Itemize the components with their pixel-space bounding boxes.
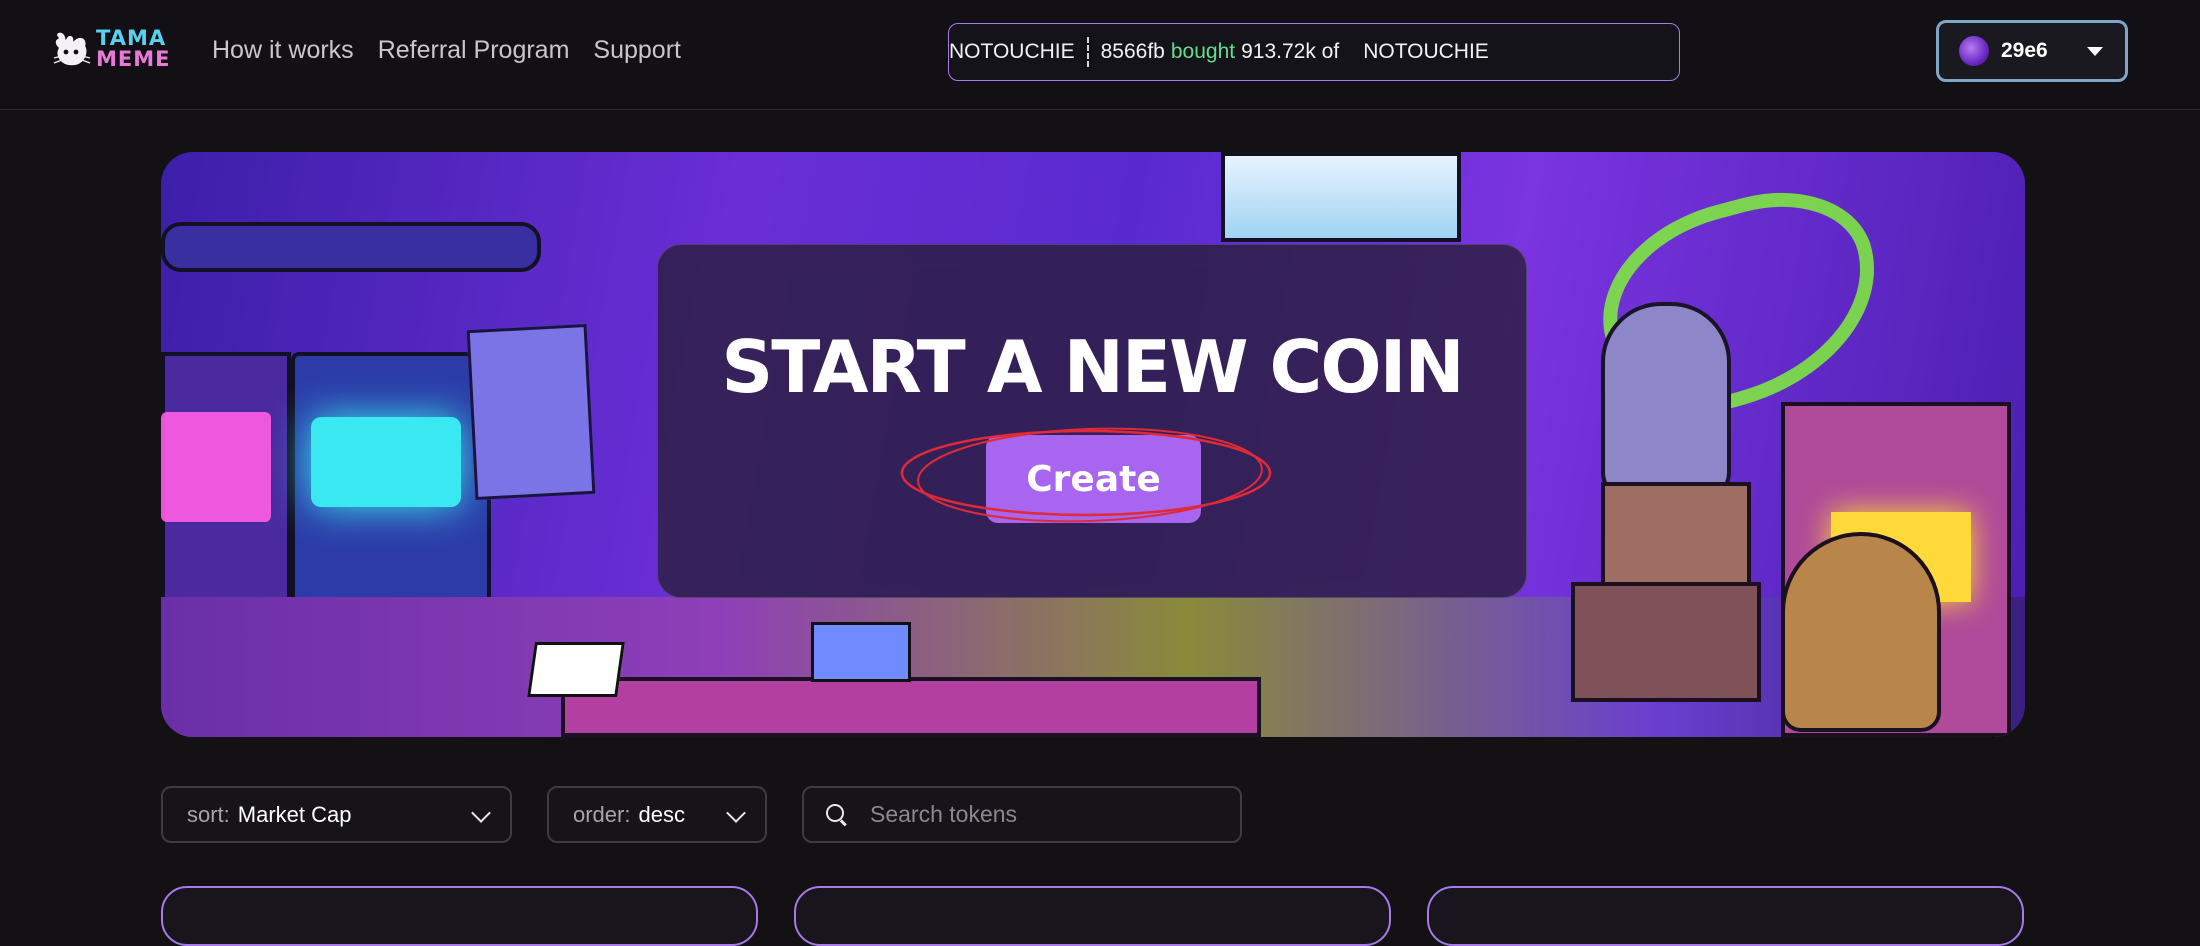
hero-title: START A NEW COIN — [721, 325, 1464, 409]
banner-illustration-pipe — [161, 222, 541, 272]
ticker-amount: 913.72k of — [1241, 40, 1340, 63]
create-coin-panel: START A NEW COIN Create — [657, 244, 1527, 598]
create-button[interactable]: Create — [986, 435, 1201, 523]
banner-illustration-pink-screen — [161, 412, 271, 522]
search-box[interactable] — [802, 786, 1242, 843]
ticker-token: NOTOUCHIE — [1363, 40, 1489, 63]
sort-label: sort: — [187, 801, 230, 827]
order-select[interactable]: order: desc — [547, 786, 767, 843]
nav-referral-program[interactable]: Referral Program — [378, 36, 570, 65]
ticker-buyer: 8566fb — [1100, 40, 1165, 63]
main-nav: How it works Referral Program Support — [212, 36, 681, 65]
token-card[interactable] — [1427, 886, 2024, 946]
banner-illustration-rat — [1601, 302, 1731, 502]
banner-illustration-table — [561, 677, 1261, 737]
wallet-button[interactable]: 29e6 — [1936, 20, 2128, 82]
banner-illustration-box-2 — [1571, 582, 1761, 702]
ticker-token-prev: NOTOUCHIE — [949, 40, 1075, 63]
banner-illustration-laptop — [527, 642, 625, 697]
chevron-down-icon — [726, 803, 746, 823]
chevron-down-icon — [2087, 47, 2103, 56]
nav-how-it-works[interactable]: How it works — [212, 36, 354, 65]
wallet-avatar-icon — [1959, 36, 1989, 66]
search-input[interactable] — [870, 801, 1230, 828]
sort-select[interactable]: sort: Market Cap — [161, 786, 512, 843]
logo-word-2: MEME — [96, 47, 171, 71]
chevron-down-icon — [471, 803, 491, 823]
banner-illustration-hamster — [1781, 532, 1941, 732]
logo-word-1: TAMA — [96, 26, 167, 50]
token-card[interactable] — [794, 886, 1391, 946]
trade-ticker[interactable]: NOTOUCHIE 8566fb bought 913.72k of NOTOU… — [948, 23, 1680, 81]
mouse-logo-icon — [53, 31, 91, 67]
search-icon — [826, 803, 848, 826]
banner-illustration-cyan-screen — [311, 417, 461, 507]
logo-wordmark: TAMA MEME — [96, 28, 171, 70]
banner-illustration-poster — [466, 323, 596, 501]
top-header: TAMA MEME How it works Referral Program … — [0, 0, 2200, 110]
banner-illustration-top-screen — [1221, 152, 1461, 242]
sort-value: Market Cap — [237, 801, 352, 827]
order-label: order: — [573, 801, 631, 827]
tama-meme-logo[interactable]: TAMA MEME — [52, 26, 182, 76]
banner-illustration-laptop-2 — [811, 622, 911, 682]
token-card[interactable] — [161, 886, 758, 946]
ticker-separator — [1086, 37, 1089, 67]
order-value: desc — [638, 801, 685, 827]
wallet-address: 29e6 — [2001, 39, 2048, 62]
banner-illustration-box — [1601, 482, 1751, 592]
nav-support[interactable]: Support — [593, 36, 681, 65]
ticker-action: bought — [1170, 40, 1236, 63]
